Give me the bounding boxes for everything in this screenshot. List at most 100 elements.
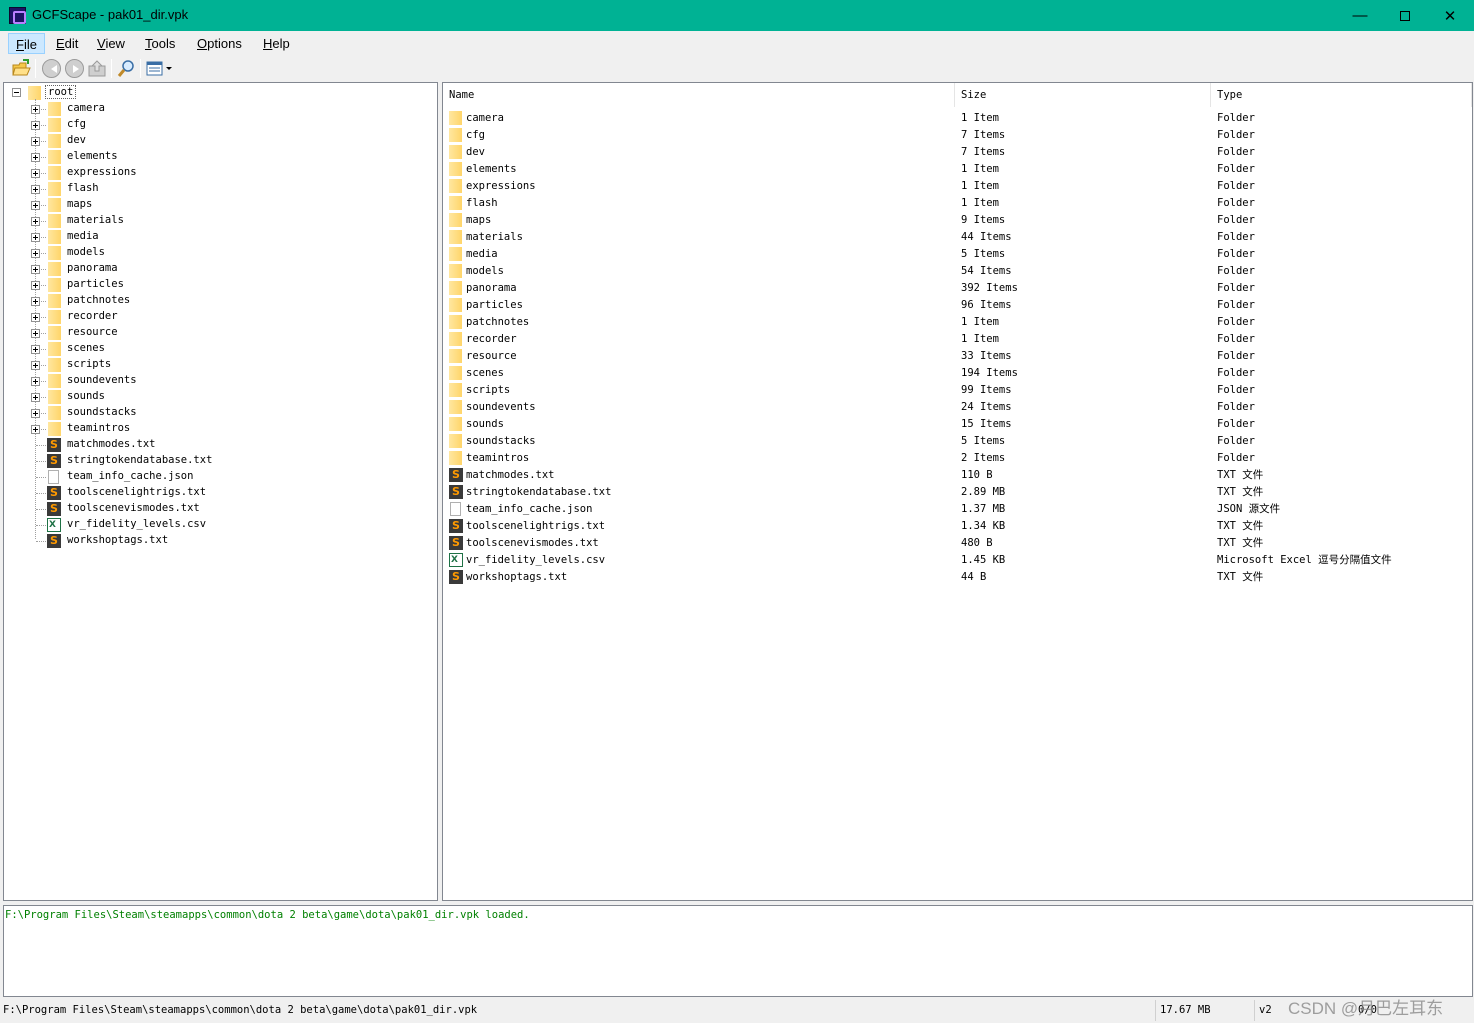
list-row[interactable]: Stoolscenelightrigs.txt 1.34 KB TXT 文件	[443, 518, 1472, 535]
tree-item-folder[interactable]: soundevents	[4, 373, 434, 389]
expand-toggle[interactable]	[31, 329, 40, 338]
menu-edit[interactable]: Edit	[49, 33, 85, 54]
expand-toggle[interactable]	[31, 361, 40, 370]
expand-toggle[interactable]	[31, 201, 40, 210]
expand-toggle[interactable]	[31, 297, 40, 306]
tree-item-root[interactable]: root	[4, 85, 434, 101]
minimize-button[interactable]: —	[1337, 0, 1383, 31]
expand-toggle[interactable]	[31, 409, 40, 418]
tree-item-file[interactable]: team_info_cache.json	[4, 469, 434, 485]
tree-item-folder[interactable]: soundstacks	[4, 405, 434, 421]
list-row[interactable]: recorder 1 Item Folder	[443, 331, 1472, 348]
list-row[interactable]: team_info_cache.json 1.37 MB JSON 源文件	[443, 501, 1472, 518]
view-mode-button[interactable]	[146, 59, 176, 78]
list-row[interactable]: maps 9 Items Folder	[443, 212, 1472, 229]
open-button[interactable]	[12, 59, 31, 78]
list-row[interactable]: resource 33 Items Folder	[443, 348, 1472, 365]
expand-toggle[interactable]	[31, 105, 40, 114]
list-row[interactable]: expressions 1 Item Folder	[443, 178, 1472, 195]
collapse-toggle[interactable]	[12, 88, 21, 97]
list-row[interactable]: Sworkshoptags.txt 44 B TXT 文件	[443, 569, 1472, 586]
list-row[interactable]: soundstacks 5 Items Folder	[443, 433, 1472, 450]
menu-tools[interactable]: Tools	[138, 33, 182, 54]
menu-file[interactable]: File	[8, 33, 45, 54]
list-row[interactable]: camera 1 Item Folder	[443, 110, 1472, 127]
tree-item-folder[interactable]: teamintros	[4, 421, 434, 437]
tree-item-file[interactable]: Sstringtokendatabase.txt	[4, 453, 434, 469]
tree-item-file[interactable]: Smatchmodes.txt	[4, 437, 434, 453]
list-row[interactable]: scenes 194 Items Folder	[443, 365, 1472, 382]
tree-item-folder[interactable]: models	[4, 245, 434, 261]
expand-toggle[interactable]	[31, 169, 40, 178]
tree-item-folder[interactable]: patchnotes	[4, 293, 434, 309]
forward-button[interactable]	[65, 59, 84, 78]
file-list[interactable]: Name Size Type camera 1 Item Folder cfg 7 It…	[442, 82, 1473, 901]
tree-item-folder[interactable]: sounds	[4, 389, 434, 405]
menu-view[interactable]: View	[90, 33, 132, 54]
tree-item-folder[interactable]: scenes	[4, 341, 434, 357]
tree-item-folder[interactable]: elements	[4, 149, 434, 165]
list-row[interactable]: patchnotes 1 Item Folder	[443, 314, 1472, 331]
menu-help[interactable]: Help	[256, 33, 297, 54]
tree-item-file[interactable]: Stoolscenevismodes.txt	[4, 501, 434, 517]
list-row[interactable]: cfg 7 Items Folder	[443, 127, 1472, 144]
list-row[interactable]: scripts 99 Items Folder	[443, 382, 1472, 399]
tree-item-folder[interactable]: cfg	[4, 117, 434, 133]
list-row[interactable]: flash 1 Item Folder	[443, 195, 1472, 212]
tree-item-file[interactable]: Sworkshoptags.txt	[4, 533, 434, 549]
expand-toggle[interactable]	[31, 313, 40, 322]
expand-toggle[interactable]	[31, 345, 40, 354]
folder-tree[interactable]: root camera cfg dev elements expressions flash…	[3, 82, 438, 901]
app-icon[interactable]	[9, 7, 26, 24]
maximize-button[interactable]	[1382, 0, 1428, 31]
back-button[interactable]	[42, 59, 61, 78]
expand-toggle[interactable]	[31, 265, 40, 274]
tree-item-folder[interactable]: expressions	[4, 165, 434, 181]
list-row[interactable]: elements 1 Item Folder	[443, 161, 1472, 178]
expand-toggle[interactable]	[31, 153, 40, 162]
tree-item-folder[interactable]: flash	[4, 181, 434, 197]
expand-toggle[interactable]	[31, 377, 40, 386]
close-button[interactable]: ✕	[1427, 0, 1473, 31]
list-row[interactable]: Sstringtokendatabase.txt 2.89 MB TXT 文件	[443, 484, 1472, 501]
list-row[interactable]: media 5 Items Folder	[443, 246, 1472, 263]
column-header-name[interactable]: Name	[443, 83, 955, 107]
menu-options[interactable]: Options	[190, 33, 249, 54]
tree-item-folder[interactable]: resource	[4, 325, 434, 341]
tree-item-folder[interactable]: scripts	[4, 357, 434, 373]
tree-item-folder[interactable]: media	[4, 229, 434, 245]
up-folder-button[interactable]	[88, 59, 107, 78]
tree-item-folder[interactable]: maps	[4, 197, 434, 213]
tree-item-folder[interactable]: particles	[4, 277, 434, 293]
tree-item-folder[interactable]: materials	[4, 213, 434, 229]
list-row[interactable]: teamintros 2 Items Folder	[443, 450, 1472, 467]
expand-toggle[interactable]	[31, 249, 40, 258]
tree-item-folder[interactable]: dev	[4, 133, 434, 149]
list-row[interactable]: panorama 392 Items Folder	[443, 280, 1472, 297]
tree-item-folder[interactable]: panorama	[4, 261, 434, 277]
list-row[interactable]: sounds 15 Items Folder	[443, 416, 1472, 433]
console-log[interactable]: F:\Program Files\Steam\steamapps\common\…	[3, 905, 1473, 997]
expand-toggle[interactable]	[31, 217, 40, 226]
list-row[interactable]: soundevents 24 Items Folder	[443, 399, 1472, 416]
list-row[interactable]: Smatchmodes.txt 110 B TXT 文件	[443, 467, 1472, 484]
list-row[interactable]: Xvr_fidelity_levels.csv 1.45 KB Microsoft …	[443, 552, 1472, 569]
expand-toggle[interactable]	[31, 233, 40, 242]
tree-item-folder[interactable]: camera	[4, 101, 434, 117]
title-bar[interactable]: GCFScape - pak01_dir.vpk — ✕	[0, 0, 1474, 31]
list-row[interactable]: particles 96 Items Folder	[443, 297, 1472, 314]
list-row[interactable]: models 54 Items Folder	[443, 263, 1472, 280]
tree-item-file[interactable]: Xvr_fidelity_levels.csv	[4, 517, 434, 533]
column-header-size[interactable]: Size	[955, 83, 1211, 107]
column-header-type[interactable]: Type	[1211, 83, 1472, 107]
expand-toggle[interactable]	[31, 121, 40, 130]
tree-item-folder[interactable]: recorder	[4, 309, 434, 325]
list-row[interactable]: Stoolscenevismodes.txt 480 B TXT 文件	[443, 535, 1472, 552]
expand-toggle[interactable]	[31, 393, 40, 402]
expand-toggle[interactable]	[31, 281, 40, 290]
expand-toggle[interactable]	[31, 425, 40, 434]
list-row[interactable]: materials 44 Items Folder	[443, 229, 1472, 246]
find-button[interactable]	[117, 59, 136, 78]
expand-toggle[interactable]	[31, 137, 40, 146]
expand-toggle[interactable]	[31, 185, 40, 194]
